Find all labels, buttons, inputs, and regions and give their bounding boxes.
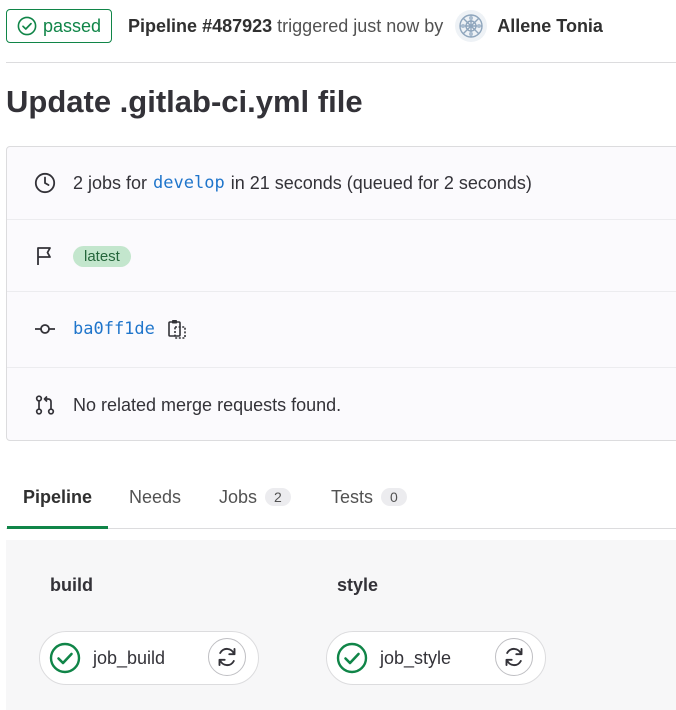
pipeline-graph: build style job_build job_style [6,540,676,710]
retry-button[interactable] [208,638,246,676]
status-label: passed [43,15,102,36]
job-style[interactable]: job_style [326,631,546,685]
flag-icon [34,245,56,267]
check-circle-icon [17,16,37,36]
jobs-summary-row: 2 jobs for develop in 21 seconds (queued… [7,169,676,197]
pipeline-header: passed Pipeline #487923 triggered just n… [6,6,676,46]
tab-label: Jobs [219,486,258,507]
row-divider [7,291,676,292]
clock-icon [34,172,56,194]
jobs-count-badge: 2 [265,488,291,506]
job-name: job_build [93,648,166,668]
branch-link[interactable]: develop [153,173,225,193]
job-build[interactable]: job_build [39,631,259,685]
latest-badge: latest [73,245,131,267]
stage-title-style: style [337,575,379,595]
pipeline-tabs: Pipeline Needs Jobs 2 Tests 0 [6,466,676,529]
duration-text: in 21 seconds (queued for 2 seconds) [230,172,532,193]
retry-icon [218,647,236,667]
tests-count-badge: 0 [381,488,407,506]
tab-needs[interactable]: Needs [129,466,181,528]
header-divider [6,62,676,63]
tab-label: Pipeline [23,486,93,507]
job-name: job_style [380,648,452,668]
copy-to-clipboard-icon[interactable] [167,318,187,340]
pipeline-info-card: 2 jobs for develop in 21 seconds (queued… [6,146,676,441]
check-circle-icon [336,642,368,674]
triggered-text: triggered just now by [277,15,444,36]
retry-button[interactable] [495,638,533,676]
jobs-count-text: 2 jobs for [73,172,148,193]
author-name[interactable]: Allene Tonia [497,16,603,37]
badges-row: latest [7,242,676,270]
avatar[interactable] [455,10,488,42]
active-tab-indicator [7,526,109,529]
tab-tests[interactable]: Tests 0 [331,466,407,528]
commit-sha-link[interactable]: ba0ff1de [73,319,155,339]
status-badge[interactable]: passed [6,9,113,43]
merge-requests-row: No related merge requests found. [7,391,676,419]
merge-request-icon [34,394,56,416]
retry-icon [505,647,523,667]
tab-label: Needs [129,486,182,507]
pipeline-meta: Pipeline #487923 triggered just now by A… [128,10,603,42]
commit-icon [34,318,56,340]
check-circle-icon [49,642,81,674]
row-divider [7,219,676,220]
tab-jobs[interactable]: Jobs 2 [219,466,291,528]
tab-label: Tests [331,486,374,507]
merge-requests-text: No related merge requests found. [73,394,342,415]
pipeline-id: Pipeline #487923 [128,15,273,36]
commit-row: ba0ff1de [7,315,676,343]
row-divider [7,367,676,368]
commit-title: Update .gitlab-ci.yml file [6,84,363,119]
tab-pipeline[interactable]: Pipeline [7,466,109,529]
stage-title-build: build [50,575,93,595]
